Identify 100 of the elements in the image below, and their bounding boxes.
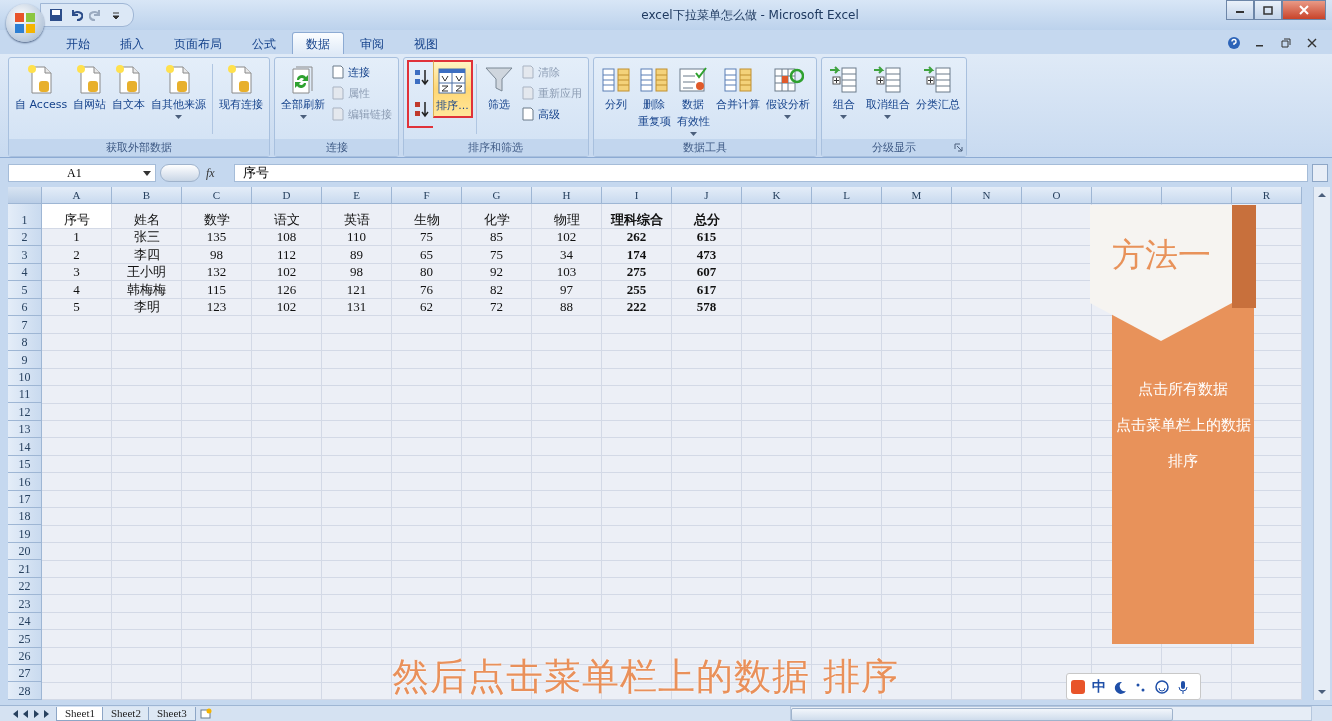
ribbon-tab[interactable]: 开始: [52, 32, 104, 54]
column-header[interactable]: J: [672, 187, 742, 204]
microphone-icon[interactable]: [1176, 679, 1190, 694]
ribbon-button[interactable]: 全部刷新: [278, 60, 329, 139]
ribbon-tab[interactable]: 页面布局: [160, 32, 236, 54]
row-header[interactable]: 1: [8, 204, 42, 229]
ribbon-button[interactable]: 数据 有效性: [673, 60, 713, 139]
close-icon[interactable]: [1306, 37, 1318, 49]
ribbon-tab[interactable]: 公式: [238, 32, 290, 54]
ribbon-button[interactable]: 筛选: [479, 60, 518, 139]
sheet-tab[interactable]: Sheet3: [147, 706, 196, 721]
table-cell-text: 62: [419, 298, 434, 316]
table-cell-text: 72: [489, 298, 504, 316]
column-header[interactable]: I: [602, 187, 672, 204]
ribbon-button[interactable]: 现有连接: [216, 60, 267, 139]
column-header[interactable]: L: [812, 187, 882, 204]
name-box[interactable]: A1: [8, 164, 156, 182]
table-cell-text: 102: [275, 263, 298, 281]
row-header[interactable]: 25: [8, 630, 42, 648]
column-header[interactable]: A: [42, 187, 112, 204]
row-header[interactable]: 3: [8, 246, 42, 264]
column-header[interactable]: R: [1232, 187, 1302, 204]
ribbon-button[interactable]: 假设分析: [762, 60, 813, 139]
row-header[interactable]: 9: [8, 351, 42, 369]
sheet-tab[interactable]: Sheet1: [56, 706, 104, 721]
ribbon-button[interactable]: 分列: [596, 60, 635, 139]
help-icon[interactable]: [1228, 37, 1240, 49]
ribbon-button[interactable]: 合并计算: [712, 60, 763, 139]
table-cell-text: 生物: [412, 211, 441, 228]
restore-icon[interactable]: [1280, 37, 1292, 49]
moon-icon[interactable]: [1113, 679, 1127, 694]
ribbon-button[interactable]: 删除 重复项: [634, 60, 674, 139]
ribbon-tab[interactable]: 插入: [106, 32, 158, 54]
ribbon-button[interactable]: 取消组合: [862, 60, 913, 139]
caret-icon: [689, 132, 697, 137]
column-header[interactable]: B: [112, 187, 182, 204]
column-header[interactable]: N: [952, 187, 1022, 204]
dialog-launcher-icon[interactable]: [953, 143, 963, 152]
row-header[interactable]: 28: [8, 682, 42, 700]
table-cell-text: 102: [275, 298, 298, 316]
ribbon-button[interactable]: 自其他来源: [148, 60, 210, 139]
ribbon-button[interactable]: 自网站: [70, 60, 110, 139]
sort-descending-icon[interactable]: [412, 100, 431, 118]
column-header[interactable]: K: [742, 187, 812, 204]
ribbon-button[interactable]: 自 Access: [12, 60, 71, 139]
row-header[interactable]: 23: [8, 595, 42, 613]
row-header[interactable]: 12: [8, 403, 42, 421]
page-icon: [520, 65, 535, 79]
close-button[interactable]: [1282, 0, 1326, 20]
horizontal-scrollbar[interactable]: [790, 706, 1312, 721]
row-header[interactable]: 14: [8, 438, 42, 456]
outline-icon: [871, 64, 904, 96]
table-cell-text: 1: [72, 229, 81, 246]
ribbon-button[interactable]: 排序...: [433, 60, 473, 118]
column-header[interactable]: G: [462, 187, 532, 204]
table-cell-text: 108: [275, 229, 298, 246]
table-cell-text: 李明: [132, 298, 161, 316]
row-header[interactable]: 19: [8, 525, 42, 543]
column-header[interactable]: F: [392, 187, 462, 204]
restore-button[interactable]: [1254, 0, 1282, 20]
row-header[interactable]: 7: [8, 316, 42, 334]
vertical-scrollbar[interactable]: [1313, 187, 1330, 700]
column-header[interactable]: D: [252, 187, 322, 204]
column-header[interactable]: H: [532, 187, 602, 204]
ribbon-button[interactable]: 连接: [328, 62, 396, 82]
row-header[interactable]: 21: [8, 560, 42, 578]
row-header[interactable]: 2: [8, 229, 42, 247]
ribbon-tab[interactable]: 视图: [400, 32, 452, 54]
undo-icon[interactable]: [69, 8, 83, 22]
table-cell-text: 65: [419, 246, 434, 263]
save-icon[interactable]: [49, 8, 63, 22]
row-header[interactable]: 5: [8, 281, 42, 299]
column-header[interactable]: E: [322, 187, 392, 204]
table-cell: 序号: [42, 204, 111, 228]
row-header[interactable]: 18: [8, 508, 42, 526]
table-cell-text: 76: [419, 281, 434, 298]
table-cell-text: 98: [209, 246, 224, 263]
ribbon-tab[interactable]: 数据: [292, 32, 344, 54]
ribbon-button[interactable]: 自文本: [109, 60, 149, 139]
column-header[interactable]: M: [882, 187, 952, 204]
outline-icon: [827, 64, 860, 96]
column-header[interactable]: C: [182, 187, 252, 204]
sort-ascending-icon[interactable]: [412, 68, 431, 86]
table-cell-text: 4: [72, 281, 81, 298]
formula-bar-handle[interactable]: [160, 164, 200, 182]
ribbon-button[interactable]: 组合: [824, 60, 863, 139]
ribbon-button[interactable]: 分类汇总: [912, 60, 963, 139]
input-method-bar[interactable]: 中: [1066, 673, 1201, 700]
input-mode[interactable]: 中: [1092, 677, 1106, 696]
table-cell-text: 275: [625, 263, 648, 281]
minimize-button[interactable]: [1226, 0, 1254, 20]
ribbon-button[interactable]: 高级: [517, 104, 585, 124]
row-header[interactable]: 16: [8, 473, 42, 491]
smiley-icon[interactable]: [1155, 679, 1169, 694]
formula-field[interactable]: 序号: [234, 164, 1308, 182]
insert-function-button[interactable]: fx: [206, 165, 215, 181]
table-cell-text: 97: [559, 281, 574, 298]
ribbon-tab[interactable]: 审阅: [346, 32, 398, 54]
sheet-tab[interactable]: Sheet2: [101, 706, 150, 721]
column-header[interactable]: O: [1022, 187, 1092, 204]
